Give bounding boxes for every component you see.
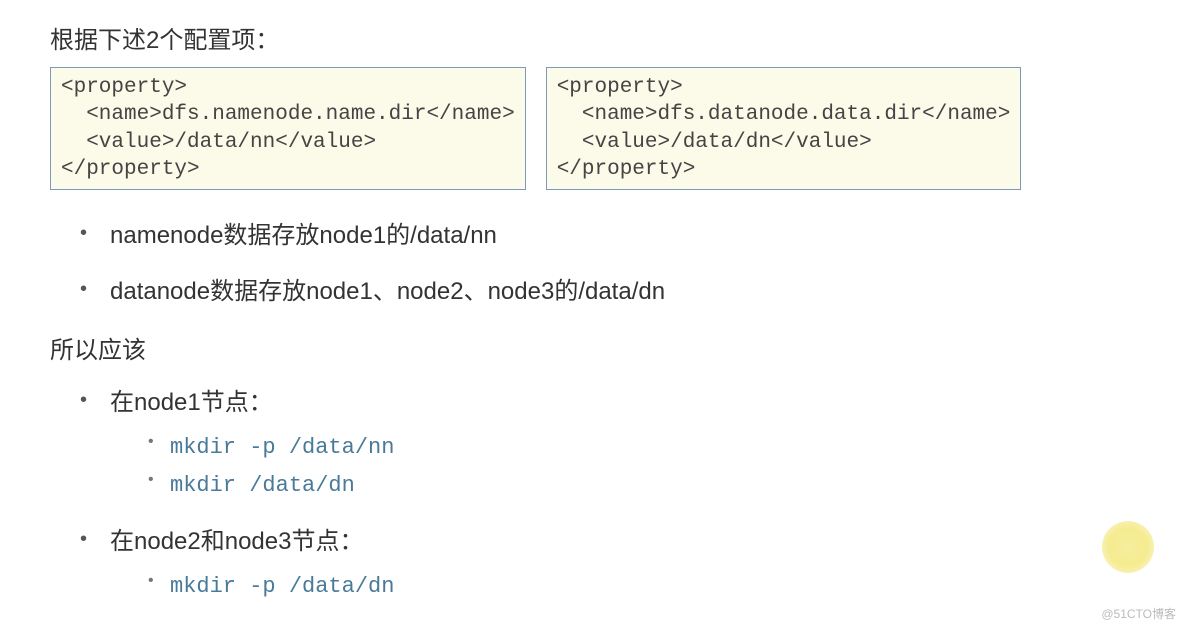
cmd-item: mkdir /data/dn: [146, 467, 1134, 504]
cmd-list: mkdir -p /data/nn mkdir /data/dn: [110, 429, 1134, 504]
subheading: 所以应该: [50, 330, 1134, 365]
config-row: <property> <name>dfs.namenode.name.dir</…: [50, 67, 1134, 190]
list-item: namenode数据存放node1的/data/nn: [80, 218, 1134, 254]
highlight-dot-icon: [1102, 521, 1154, 573]
cmd-item: mkdir -p /data/dn: [146, 568, 1134, 605]
config-box-namenode: <property> <name>dfs.namenode.name.dir</…: [50, 67, 526, 190]
list-item: datanode数据存放node1、node2、node3的/data/dn: [80, 274, 1134, 310]
node-list: 在node1节点： mkdir -p /data/nn mkdir /data/…: [50, 385, 1134, 605]
intro-heading: 根据下述2个配置项：: [50, 20, 1134, 55]
list-item-node1: 在node1节点： mkdir -p /data/nn mkdir /data/…: [80, 385, 1134, 504]
cmd-item: mkdir -p /data/nn: [146, 429, 1134, 466]
summary-list: namenode数据存放node1的/data/nn datanode数据存放n…: [50, 218, 1134, 310]
node-label: 在node2和node3节点：: [110, 528, 363, 555]
config-box-datanode: <property> <name>dfs.datanode.data.dir</…: [546, 67, 1022, 190]
watermark-text: @51CTO博客: [1101, 605, 1176, 622]
cmd-list: mkdir -p /data/dn: [110, 568, 1134, 605]
node-label: 在node1节点：: [110, 389, 273, 416]
list-item-node23: 在node2和node3节点： mkdir -p /data/dn: [80, 524, 1134, 605]
